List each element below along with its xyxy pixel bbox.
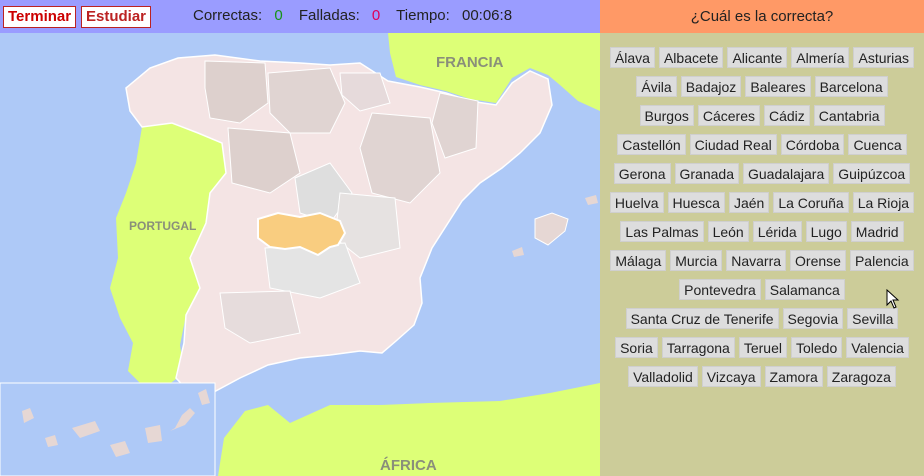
answer-option[interactable]: Toledo <box>790 337 843 358</box>
answer-option[interactable]: Palencia <box>849 250 914 271</box>
answer-option[interactable]: Cáceres <box>697 105 760 126</box>
arrow-cursor-icon <box>886 288 900 314</box>
answer-option[interactable]: Guipúzcoa <box>833 163 911 184</box>
answer-option[interactable]: La Rioja <box>852 192 915 213</box>
time-label: Tiempo: <box>396 7 450 24</box>
correct-label: Correctas: <box>193 7 263 24</box>
answer-option[interactable]: Tarragona <box>661 337 735 358</box>
top-toolbar: Terminar Estudiar Correctas: 0 Falladas:… <box>0 0 600 33</box>
africa-label: ÁFRICA <box>380 457 437 474</box>
finish-button[interactable]: Terminar <box>3 6 77 28</box>
correct-count: 0 <box>274 7 283 24</box>
question-header: ¿Cuál es la correcta? <box>600 0 924 33</box>
answer-option[interactable]: Granada <box>674 163 739 184</box>
answer-option[interactable]: Valencia <box>846 337 909 358</box>
failed-count: 0 <box>371 7 381 24</box>
study-button[interactable]: Estudiar <box>81 6 152 28</box>
answer-option[interactable]: Álava <box>609 47 655 68</box>
province-burgos <box>267 67 346 134</box>
answer-option[interactable]: Valladolid <box>628 366 698 387</box>
answer-option[interactable]: Barcelona <box>814 76 888 97</box>
answer-option[interactable]: Zamora <box>764 366 823 387</box>
answer-option[interactable]: Almería <box>791 47 850 68</box>
baleares-islands <box>534 212 569 246</box>
answer-option[interactable]: León <box>707 221 749 242</box>
answer-option[interactable]: Santa Cruz de Tenerife <box>625 308 779 329</box>
answer-option[interactable]: Asturias <box>853 47 915 68</box>
answer-option[interactable]: Salamanca <box>764 279 845 300</box>
canary-inset <box>0 382 216 476</box>
time-value: 00:06:8 <box>461 7 513 24</box>
answer-option[interactable]: Ávila <box>636 76 677 97</box>
failed-label: Falladas: <box>298 7 360 24</box>
answer-option[interactable]: Burgos <box>639 105 694 126</box>
answer-option[interactable]: Lérida <box>752 221 802 242</box>
answer-option[interactable]: Guadalajara <box>742 163 830 184</box>
baleares-islands-small <box>512 247 524 257</box>
answer-option[interactable]: La Coruña <box>773 192 849 213</box>
answer-option[interactable]: Segovia <box>782 308 844 329</box>
answer-options: Álava Albacete Alicante Almería Asturias Ávil… <box>606 43 918 391</box>
answer-option[interactable]: Cuenca <box>848 134 907 155</box>
answer-option[interactable]: Castellón <box>617 134 686 155</box>
answer-option[interactable]: Badajoz <box>680 76 742 97</box>
answer-option[interactable]: Alicante <box>727 47 788 68</box>
answer-option[interactable]: Zaragoza <box>826 366 896 387</box>
answer-option[interactable]: Albacete <box>658 47 724 68</box>
answer-option[interactable]: Soria <box>615 337 658 358</box>
baleares-islands-minorca <box>585 195 598 205</box>
answer-option[interactable]: Lugo <box>805 221 847 242</box>
canary-island <box>145 425 162 443</box>
answer-panel: Álava Albacete Alicante Almería Asturias Ávil… <box>600 33 924 476</box>
answer-option[interactable]: Las Palmas <box>620 221 704 242</box>
answer-option[interactable]: Huesca <box>667 192 725 213</box>
spain-map[interactable]: FRANCIA PORTUGAL ÁFRICA <box>0 33 600 476</box>
answer-option[interactable]: Cádiz <box>764 105 810 126</box>
answer-option[interactable]: Vizcaya <box>701 366 761 387</box>
france-label: FRANCIA <box>436 54 504 71</box>
answer-option[interactable]: Murcia <box>670 250 723 271</box>
answer-option[interactable]: Pontevedra <box>679 279 761 300</box>
answer-option[interactable]: Navarra <box>726 250 787 271</box>
answer-option[interactable]: Orense <box>790 250 846 271</box>
answer-option[interactable]: Córdoba <box>780 134 845 155</box>
answer-option[interactable]: Jaén <box>728 192 770 213</box>
map-canvas: FRANCIA PORTUGAL ÁFRICA <box>0 33 600 476</box>
score-bar: Correctas: 0 Falladas: 0 Tiempo: 00:06:8 <box>193 7 512 24</box>
answer-option[interactable]: Málaga <box>610 250 667 271</box>
answer-option[interactable]: Cantabria <box>813 105 885 126</box>
portugal-label: PORTUGAL <box>129 219 196 233</box>
answer-option[interactable]: Ciudad Real <box>689 134 777 155</box>
answer-option[interactable]: Huelva <box>609 192 664 213</box>
answer-option[interactable]: Baleares <box>745 76 811 97</box>
answer-option[interactable]: Gerona <box>613 163 671 184</box>
answer-option[interactable]: Madrid <box>850 221 904 242</box>
answer-option[interactable]: Teruel <box>738 337 787 358</box>
